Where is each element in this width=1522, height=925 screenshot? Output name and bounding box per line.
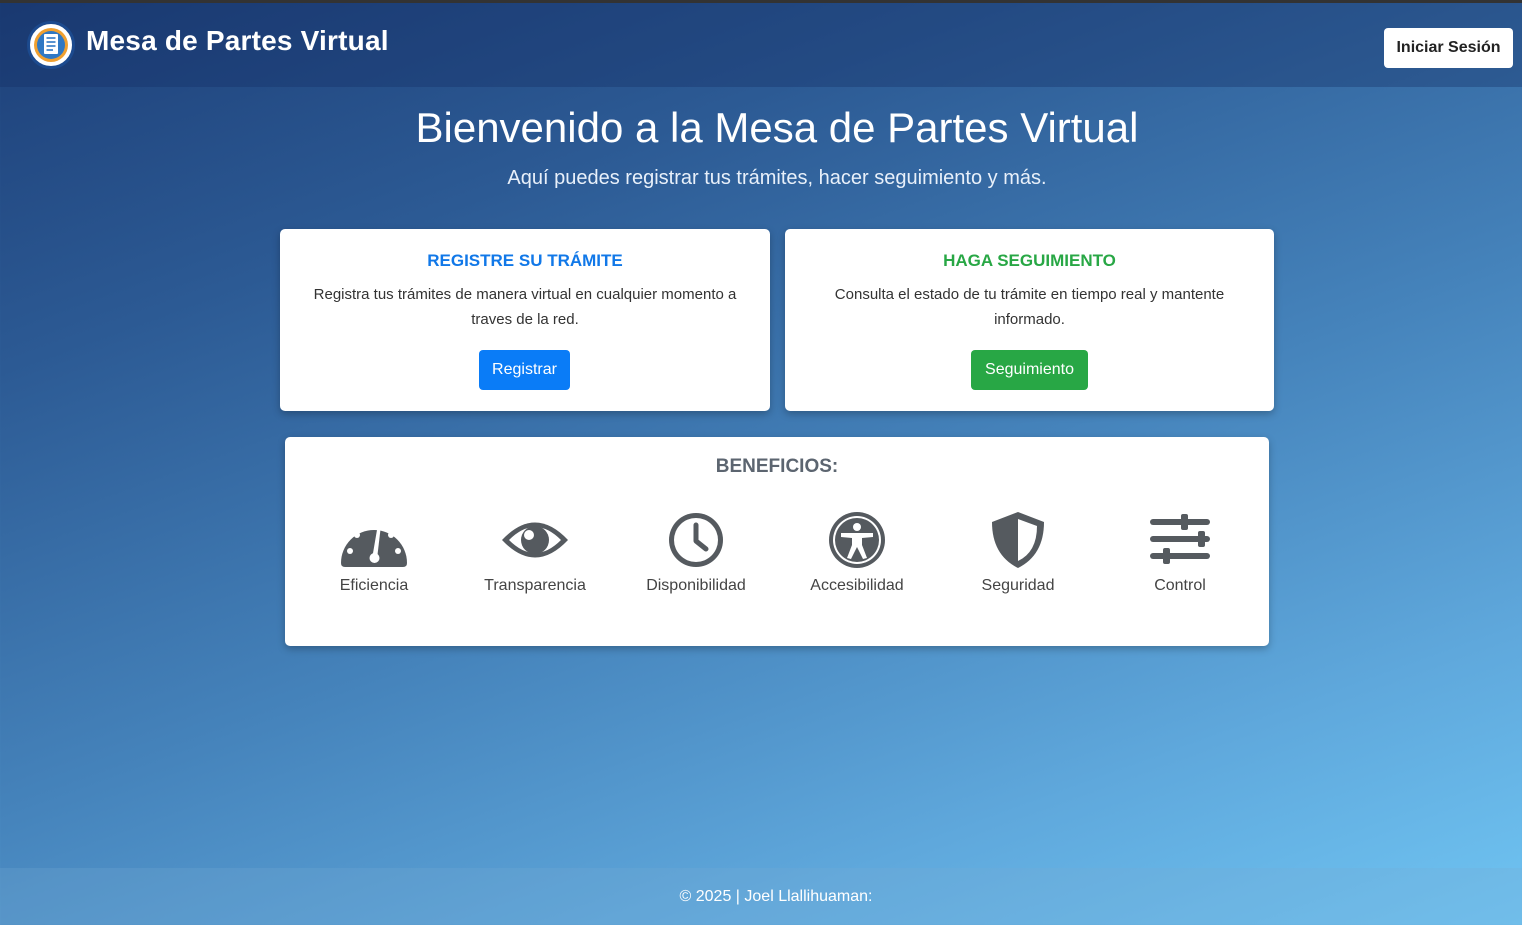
benefit-label: Transparencia [484,577,586,594]
footer-text: © 2025 | Joel Llallihuaman: [679,887,873,905]
eye-icon [502,522,568,558]
tracking-button[interactable]: Seguimiento [971,350,1088,390]
register-card: REGISTRE SU TRÁMITE Registra tus trámite… [280,229,770,411]
register-card-title: REGISTRE SU TRÁMITE [427,251,623,270]
speedometer-icon [341,524,407,567]
tracking-card-text: Consulta el estado de tu trámite en tiem… [834,286,1225,328]
footer: © 2025 | Joel Llallihuaman: [0,868,1522,925]
benefit-item-efficiency: Eficiencia [299,511,449,595]
navbar: Mesa de Partes Virtual Iniciar Sesión [0,3,1522,87]
shield-icon [992,512,1044,568]
benefit-item-availability: Disponibilidad [621,511,771,595]
benefit-item-control: Control [1105,511,1255,595]
benefit-label: Eficiencia [339,577,409,594]
benefits-title: BENEFICIOS: [715,456,839,477]
benefit-label: Disponibilidad [646,577,746,594]
logo-icon [27,21,75,69]
page-subtitle: Aquí puedes registrar tus trámites, hace… [507,167,1047,189]
register-button[interactable]: Registrar [479,350,570,390]
benefit-label: Accesibilidad [810,577,904,594]
clock-icon [669,513,723,567]
login-button[interactable]: Iniciar Sesión [1384,28,1513,68]
benefit-label: Seguridad [981,577,1055,594]
tracking-card: HAGA SEGUIMIENTO Consulta el estado de t… [785,229,1274,411]
brand-title[interactable]: Mesa de Partes Virtual [86,25,389,57]
benefit-item-transparency: Transparencia [460,511,610,595]
sliders-icon [1150,514,1210,564]
register-card-text: Registra tus trámites de manera virtual … [313,286,737,328]
tracking-card-title: HAGA SEGUIMIENTO [943,251,1116,270]
benefits-card: BENEFICIOS: Eficiencia Transparencia Dis… [285,437,1269,646]
page-title: Bienvenido a la Mesa de Partes Virtual [415,104,1139,151]
benefit-item-security: Seguridad [943,511,1093,595]
benefit-label: Control [1154,577,1206,594]
benefit-item-accessibility: Accesibilidad [782,511,932,595]
accessibility-icon [829,512,885,568]
